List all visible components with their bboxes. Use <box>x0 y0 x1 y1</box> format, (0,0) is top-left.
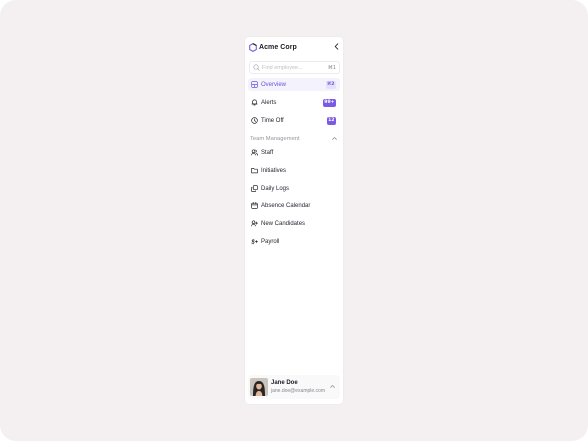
nav-label: Time Off <box>261 117 284 124</box>
folder-icon <box>251 168 258 174</box>
count-badge: 12 <box>326 116 336 125</box>
collapse-sidebar-button[interactable] <box>332 42 340 51</box>
bell-icon <box>251 99 258 106</box>
chevron-left-icon <box>334 43 338 50</box>
user-plus-icon <box>251 220 258 227</box>
section-label: Team Management <box>250 135 300 142</box>
brand-name: Acme Corp <box>259 44 297 51</box>
copy-icon <box>251 185 258 192</box>
chevron-up-icon <box>330 385 335 388</box>
nav-item-time-off[interactable]: Time Off 12 <box>248 114 340 127</box>
nav-label: Overview <box>261 81 287 88</box>
team-management-section-toggle[interactable]: Team Management <box>250 134 338 143</box>
nav-item-daily-logs[interactable]: Daily Logs <box>248 182 340 195</box>
nav-label: Daily Logs <box>261 185 290 192</box>
sidebar: Acme Corp ⌘1 Overview ⌘2 <box>245 37 343 404</box>
search-box[interactable]: ⌘1 <box>249 61 340 74</box>
avatar <box>250 378 268 396</box>
shortcut-badge: ⌘2 <box>325 80 336 89</box>
search-shortcut: ⌘1 <box>327 64 336 71</box>
count-badge: 99+ <box>322 98 336 107</box>
user-name: Jane Doe <box>271 380 298 386</box>
nav-item-staff[interactable]: Staff <box>248 146 340 159</box>
nav-label: Staff <box>261 149 274 156</box>
brand[interactable]: Acme Corp <box>248 42 297 53</box>
nav-label: Absence Calendar <box>261 202 311 209</box>
dollar-icon <box>251 238 258 245</box>
nav-item-absence-calendar[interactable]: Absence Calendar <box>248 199 340 212</box>
nav-item-overview[interactable]: Overview ⌘2 <box>248 78 340 91</box>
nav-item-payroll[interactable]: Payroll <box>248 235 340 248</box>
calendar-icon <box>251 202 258 209</box>
nav-label: Alerts <box>261 99 277 106</box>
nav-label: Initiatives <box>261 167 287 174</box>
nav-item-initiatives[interactable]: Initiatives <box>248 164 340 177</box>
nav-label: New Candidates <box>261 220 306 227</box>
hexagon-logo-icon <box>249 43 257 52</box>
search-input[interactable] <box>262 64 324 71</box>
clock-icon <box>251 117 258 124</box>
search-icon <box>253 64 260 71</box>
nav-item-new-candidates[interactable]: New Candidates <box>248 217 340 230</box>
chevron-up-icon <box>332 137 337 140</box>
grid-icon <box>251 81 258 88</box>
nav-label: Payroll <box>261 238 280 245</box>
users-icon <box>251 149 258 156</box>
user-menu[interactable]: Jane Doe jane.doe@example.com <box>248 375 340 399</box>
app-background: Acme Corp ⌘1 Overview ⌘2 <box>0 0 588 441</box>
user-info: Jane Doe jane.doe@example.com <box>271 380 325 394</box>
user-email: jane.doe@example.com <box>271 388 325 394</box>
nav-item-alerts[interactable]: Alerts 99+ <box>248 96 340 109</box>
